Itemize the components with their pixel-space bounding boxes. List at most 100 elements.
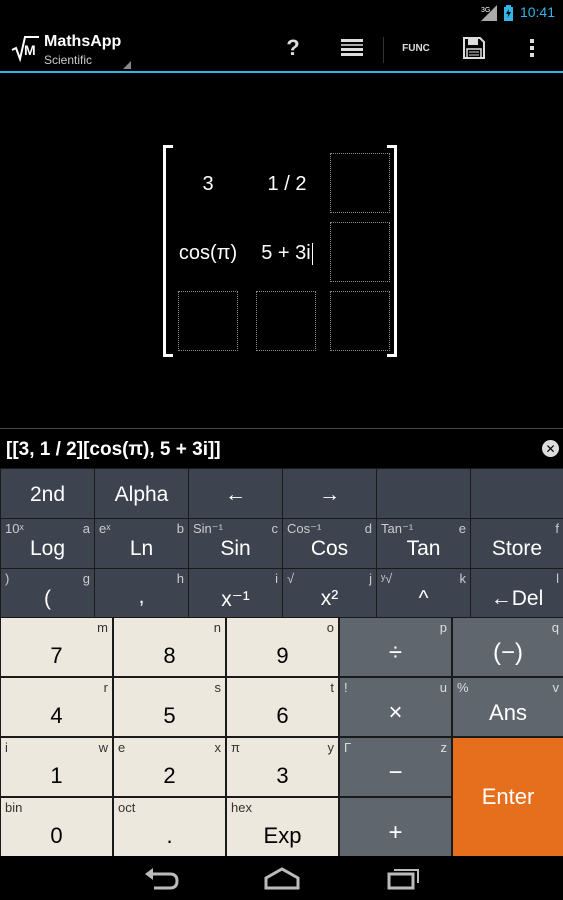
key-shift-label: Sin⁻¹	[193, 521, 223, 536]
mode-subtitle[interactable]: Scientific	[44, 53, 92, 67]
blank-key[interactable]	[377, 469, 470, 518]
key-alpha-label: j	[369, 571, 372, 586]
key-shift-label: Γ	[344, 740, 352, 755]
cos-key[interactable]: Cos⁻¹ d Cos	[283, 519, 376, 568]
key-label: ÷	[388, 639, 403, 666]
key-alpha-label: i	[275, 571, 278, 586]
home-icon[interactable]	[262, 864, 302, 892]
key-label: 2nd	[29, 483, 66, 506]
key-label: Ln	[129, 537, 154, 560]
matrix-cell-r3c2[interactable]	[256, 291, 316, 351]
digit-9-key[interactable]: o 9	[227, 618, 338, 676]
key-alpha-label: u	[439, 680, 447, 695]
save-button[interactable]	[456, 25, 492, 71]
key-label: x²	[320, 587, 339, 610]
func-button[interactable]: FUNC	[396, 25, 436, 71]
exp-key[interactable]: hex Exp	[227, 798, 338, 856]
digit-0-key[interactable]: bin 0	[1, 798, 112, 856]
decimal-point-key[interactable]: oct .	[114, 798, 225, 856]
app-title[interactable]: MathsApp	[44, 33, 121, 51]
matrix-cell-r2c1[interactable]: cos(π)	[173, 242, 243, 265]
key-alpha-label: l	[556, 571, 559, 586]
key-alpha-label: c	[271, 521, 279, 536]
matrix-cell-r1c2[interactable]: 1 / 2	[254, 173, 320, 196]
matrix-display[interactable]: 3 1 / 2 cos(π) 5 + 3i	[0, 73, 563, 428]
key-alpha-label: r	[103, 680, 108, 695]
expression-bar: [[3, 1 / 2][cos(π), 5 + 3i]] ✕	[0, 428, 563, 468]
digit-3-key[interactable]: π y 3	[227, 738, 338, 796]
digit-1-key[interactable]: i w 1	[1, 738, 112, 796]
digit-7-key[interactable]: m 7	[1, 618, 112, 676]
key-alpha-label: y	[327, 740, 335, 755]
sqrt-m-icon[interactable]: M	[10, 33, 40, 63]
digit-2-key[interactable]: e x 2	[114, 738, 225, 796]
alpha-key[interactable]: Alpha	[95, 469, 188, 518]
add-key[interactable]: +	[340, 798, 451, 856]
matrix-cell-r2c2[interactable]: 5 + 3i	[254, 242, 320, 265]
digit-4-key[interactable]: r 4	[1, 678, 112, 736]
key-shift-label: !	[344, 680, 348, 695]
overflow-menu-button[interactable]	[517, 25, 547, 71]
key-label: x⁻¹	[221, 588, 250, 611]
key-label: 3	[276, 763, 289, 788]
back-icon[interactable]	[142, 864, 182, 892]
sin-key[interactable]: Sin⁻¹ c Sin	[189, 519, 282, 568]
key-label: 4	[50, 703, 63, 728]
negate-key[interactable]: q (−)	[453, 618, 563, 676]
key-shift-label: π	[231, 740, 240, 755]
digit-8-key[interactable]: n 8	[114, 618, 225, 676]
matrix-cell-r2c3[interactable]	[330, 222, 390, 282]
battery-icon	[504, 5, 513, 21]
key-shift-label: e	[118, 740, 126, 755]
tan-key[interactable]: Tan⁻¹ e Tan	[377, 519, 470, 568]
enter-key[interactable]: Enter	[453, 738, 563, 856]
comma-key[interactable]: h ,	[95, 569, 188, 617]
history-button[interactable]	[334, 25, 370, 71]
recent-apps-icon[interactable]	[383, 864, 423, 892]
digit-5-key[interactable]: s 5	[114, 678, 225, 736]
func-label: FUNC	[402, 42, 430, 54]
delete-key[interactable]: l ←Del	[471, 569, 563, 617]
subtract-key[interactable]: Γ z −	[340, 738, 451, 796]
question-icon: ?	[286, 35, 300, 60]
left-arrow-icon: ←	[225, 483, 246, 506]
open-paren-key[interactable]: ) g (	[1, 569, 94, 617]
key-alpha-label: n	[213, 620, 221, 635]
divide-key[interactable]: p ÷	[340, 618, 451, 676]
expression-text[interactable]: [[3, 1 / 2][cos(π), 5 + 3i]]	[6, 439, 221, 461]
ans-key[interactable]: % v Ans	[453, 678, 563, 736]
matrix-cell-r3c1[interactable]	[178, 291, 238, 351]
key-alpha-label: w	[98, 740, 108, 755]
ln-key[interactable]: eˣ b Ln	[95, 519, 188, 568]
multiply-key[interactable]: ! u ×	[340, 678, 451, 736]
reciprocal-key[interactable]: i x⁻¹	[189, 569, 282, 617]
key-alpha-label: a	[82, 521, 90, 536]
key-alpha-label: v	[552, 680, 560, 695]
blank-key[interactable]	[471, 469, 563, 518]
store-key[interactable]: f Store	[471, 519, 563, 568]
cursor-right-key[interactable]: →	[283, 469, 376, 518]
key-label: ^	[418, 587, 429, 610]
matrix-cell-r1c1[interactable]: 3	[178, 173, 238, 196]
key-shift-label: %	[457, 680, 469, 695]
power-key[interactable]: ʸ√ k ^	[377, 569, 470, 617]
square-key[interactable]: √ j x²	[283, 569, 376, 617]
matrix-cell-r3c3[interactable]	[330, 291, 390, 351]
2nd-key[interactable]: 2nd	[1, 469, 94, 518]
mode-spinner-indicator[interactable]	[123, 61, 131, 69]
key-label: (	[44, 587, 51, 610]
digit-6-key[interactable]: t 6	[227, 678, 338, 736]
key-label: 1	[50, 763, 63, 788]
clear-icon[interactable]: ✕	[542, 440, 559, 457]
cursor-left-key[interactable]: ←	[189, 469, 282, 518]
divider	[383, 37, 384, 63]
key-label: 7	[50, 643, 63, 668]
key-shift-label: i	[5, 740, 8, 755]
help-button[interactable]: ?	[275, 25, 311, 71]
key-shift-label: bin	[5, 800, 23, 815]
matrix-cell-r1c3[interactable]	[330, 153, 390, 213]
key-alpha-label: t	[330, 680, 334, 695]
log-key[interactable]: 10ˣ a Log	[1, 519, 94, 568]
key-label: 5	[163, 703, 176, 728]
key-label: ×	[388, 699, 403, 726]
